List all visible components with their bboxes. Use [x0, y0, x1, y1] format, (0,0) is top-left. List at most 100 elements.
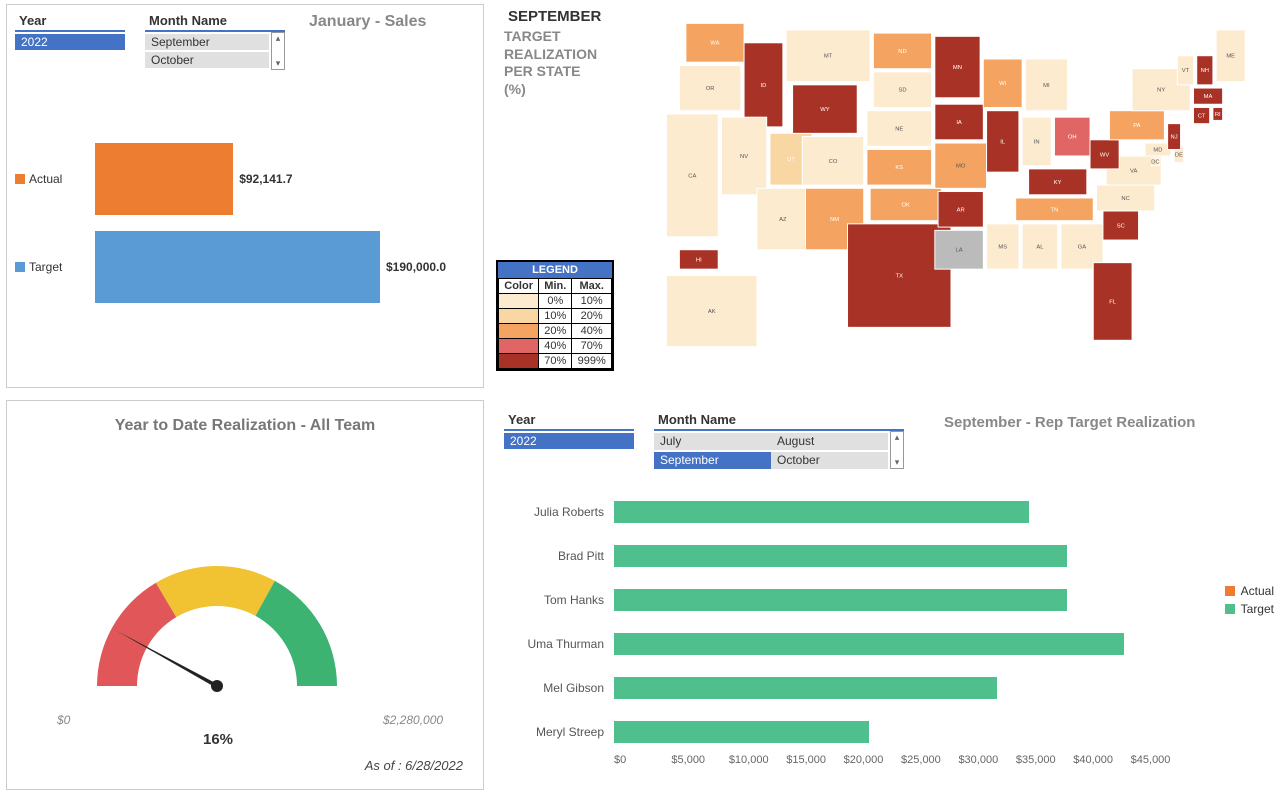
state-label-TN: TN — [1051, 207, 1059, 213]
state-label-WI: WI — [999, 81, 1006, 87]
map-legend-header: LEGEND — [498, 262, 612, 278]
sales-bar-chart: Actual $92,141.7 Target $190,000.0 — [15, 135, 475, 379]
chevron-up-icon: ▴ — [276, 33, 281, 44]
x-tick: $40,000 — [1073, 754, 1130, 766]
rep-month-option-september[interactable]: September — [654, 452, 771, 469]
gauge-panel: Year to Date Realization - All Team $0 $… — [6, 400, 484, 790]
x-tick: $35,000 — [1016, 754, 1073, 766]
chevron-up-icon: ▴ — [895, 432, 900, 443]
year-slicer: Year 2022 — [15, 11, 125, 50]
month-slicer-option-september[interactable]: September — [145, 34, 269, 50]
x-tick: $25,000 — [901, 754, 958, 766]
state-label-WY: WY — [820, 107, 829, 113]
rep-month-slicer-label: Month Name — [654, 410, 904, 431]
rep-year-slicer-label: Year — [504, 410, 634, 431]
state-label-MI: MI — [1043, 83, 1050, 89]
legend-actual-label: Actual — [29, 172, 62, 186]
rep-row: Meryl Streep — [504, 710, 1188, 754]
gauge-chart — [67, 511, 367, 701]
chevron-down-icon: ▾ — [276, 58, 281, 69]
rep-row: Uma Thurman — [504, 622, 1188, 666]
state-label-VT: VT — [1182, 68, 1190, 74]
rep-bar-target — [614, 501, 1029, 523]
legend-actual: Actual — [15, 172, 95, 186]
month-slicer: Month Name September October ▴ ▾ — [145, 11, 285, 70]
sales-panel: Year 2022 Month Name September October ▴… — [6, 4, 484, 388]
rep-bar-chart: Julia RobertsBrad PittTom HanksUma Thurm… — [504, 490, 1188, 782]
state-label-OH: OH — [1068, 135, 1077, 141]
month-slicer-label: Month Name — [145, 11, 285, 32]
gauge-min-label: $0 — [57, 713, 70, 727]
rep-name: Uma Thurman — [504, 637, 614, 651]
rep-row: Brad Pitt — [504, 534, 1188, 578]
map-panel: SEPTEMBER TARGET REALIZATION PER STATE (… — [496, 4, 1278, 392]
rep-legend-target: Target — [1241, 602, 1274, 616]
state-label-MA: MA — [1204, 94, 1213, 100]
rep-panel: Year 2022 Month Name JulyAugustSeptember… — [496, 400, 1278, 790]
rep-row: Mel Gibson — [504, 666, 1188, 710]
state-label-VA: VA — [1130, 168, 1137, 174]
square-icon — [1225, 586, 1235, 596]
state-label-WV: WV — [1100, 152, 1109, 158]
state-label-ME: ME — [1226, 54, 1235, 60]
year-slicer-option-2022[interactable]: 2022 — [15, 34, 125, 50]
state-label-NY: NY — [1157, 88, 1165, 94]
rep-month-option-october[interactable]: October — [771, 452, 888, 469]
state-label-UT: UT — [787, 157, 795, 163]
gauge-max-label: $2,280,000 — [383, 713, 443, 727]
rep-month-option-july[interactable]: July — [654, 433, 771, 450]
state-label-CO: CO — [829, 159, 838, 165]
map-legend-row: 0%10% — [499, 294, 612, 309]
state-label-MO: MO — [956, 164, 966, 170]
state-label-IL: IL — [1000, 139, 1006, 145]
rep-month-slicer-scroll[interactable]: ▴ ▾ — [890, 431, 904, 469]
state-label-IN: IN — [1034, 139, 1040, 145]
us-map: WAORCAIDNVUTAZMTWYCONMNDSDNEKSOKTXMNIAMO… — [626, 4, 1276, 392]
x-tick: $20,000 — [844, 754, 901, 766]
rep-legend: Actual Target — [1225, 580, 1274, 620]
state-label-NM: NM — [830, 217, 839, 223]
gauge-percent-label: 16% — [203, 731, 233, 748]
rep-name: Julia Roberts — [504, 505, 614, 519]
state-label-MN: MN — [953, 65, 962, 71]
rep-x-axis: $0$5,000$10,000$15,000$20,000$25,000$30,… — [614, 754, 1188, 766]
rep-bar-target — [614, 545, 1067, 567]
sales-chart-title: January - Sales — [309, 13, 426, 31]
rep-bar-target — [614, 677, 997, 699]
legend-target-label: Target — [29, 260, 62, 274]
state-label-NV: NV — [740, 154, 748, 160]
map-legend-row: 20%40% — [499, 324, 612, 339]
x-tick: $30,000 — [958, 754, 1015, 766]
state-label-DC: DC — [1151, 160, 1159, 166]
rep-chart-title: September - Rep Target Realization — [944, 414, 1195, 431]
rep-name: Mel Gibson — [504, 681, 614, 695]
rep-month-slicer: Month Name JulyAugustSeptemberOctober ▴ … — [654, 410, 904, 469]
rep-name: Meryl Streep — [504, 725, 614, 739]
state-label-OR: OR — [706, 86, 715, 92]
x-tick: $10,000 — [729, 754, 786, 766]
bar-actual — [95, 143, 233, 215]
state-label-KS: KS — [895, 165, 903, 171]
month-slicer-scroll[interactable]: ▴ ▾ — [271, 32, 285, 70]
rep-month-option-august[interactable]: August — [771, 433, 888, 450]
x-tick: $15,000 — [786, 754, 843, 766]
state-label-LA: LA — [956, 248, 963, 254]
state-label-HI: HI — [696, 257, 702, 263]
chevron-down-icon: ▾ — [895, 457, 900, 468]
state-label-NH: NH — [1201, 68, 1209, 74]
rep-bar-target — [614, 721, 869, 743]
map-subtitle: TARGET REALIZATION PER STATE (%) — [504, 28, 597, 98]
bar-actual-value: $92,141.7 — [239, 172, 292, 186]
rep-bar-target — [614, 589, 1067, 611]
state-label-MS: MS — [998, 244, 1007, 250]
gauge-asof-label: As of : 6/28/2022 — [365, 758, 463, 773]
state-label-RI: RI — [1215, 112, 1221, 118]
month-slicer-option-october[interactable]: October — [145, 52, 269, 68]
rep-year-slicer-option-2022[interactable]: 2022 — [504, 433, 634, 449]
state-label-SD: SD — [898, 88, 906, 94]
legend-target: Target — [15, 260, 95, 274]
state-label-MT: MT — [824, 54, 833, 60]
rep-legend-actual: Actual — [1241, 584, 1274, 598]
state-label-CA: CA — [688, 173, 696, 179]
state-label-AZ: AZ — [779, 217, 787, 223]
